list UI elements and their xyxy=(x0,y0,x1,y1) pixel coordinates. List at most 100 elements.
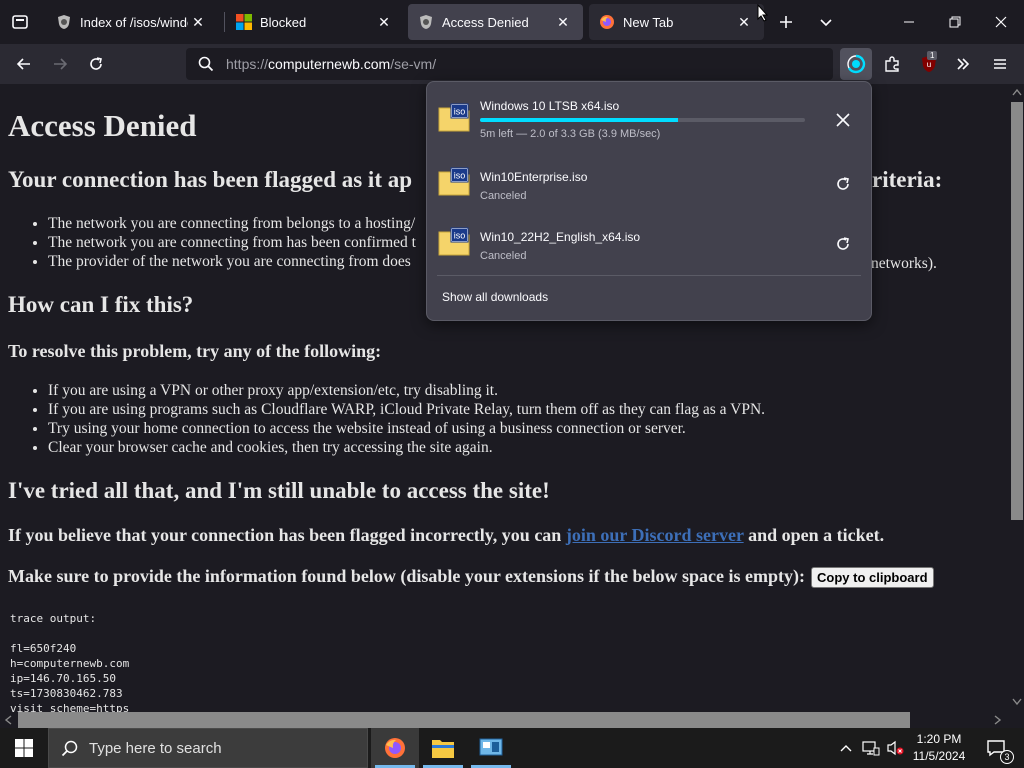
volume-muted-icon xyxy=(887,740,904,756)
close-icon xyxy=(836,113,850,127)
volume-tray-button[interactable] xyxy=(884,728,906,768)
show-all-downloads-button[interactable]: Show all downloads xyxy=(442,290,548,304)
close-icon xyxy=(995,16,1007,28)
list-item: If you are using programs such as Cloudf… xyxy=(48,400,765,419)
list-all-tabs-button[interactable] xyxy=(808,4,844,40)
believe-prefix: If you believe that your connection has … xyxy=(8,525,566,545)
overflow-menu-button[interactable] xyxy=(947,48,979,80)
list-item: The network you are connecting from has … xyxy=(48,233,416,252)
close-tab-icon[interactable]: ✕ xyxy=(553,12,573,32)
downloads-panel: iso Windows 10 LTSB x64.iso 5m left — 2.… xyxy=(426,81,872,321)
list-item: The network you are connecting from belo… xyxy=(48,214,416,233)
start-button[interactable] xyxy=(0,728,48,768)
believe-suffix: and open a ticket. xyxy=(743,525,885,545)
hamburger-icon xyxy=(994,59,1006,69)
url-protocol: https:// xyxy=(226,56,269,72)
tab-blocked[interactable]: Blocked ✕ xyxy=(226,4,404,40)
show-hidden-icons-button[interactable] xyxy=(836,728,856,768)
arrow-left-icon xyxy=(16,58,30,70)
app-menu-button[interactable] xyxy=(984,48,1016,80)
believe-text: If you believe that your connection has … xyxy=(8,525,884,546)
forward-button[interactable] xyxy=(44,48,76,80)
back-button[interactable] xyxy=(8,48,40,80)
retry-download-button[interactable] xyxy=(829,230,857,258)
taskbar-control-panel[interactable] xyxy=(467,728,515,768)
close-tab-icon[interactable]: ✕ xyxy=(188,12,208,32)
taskbar-clock[interactable]: 1:20 PM 11/5/2024 xyxy=(904,728,974,768)
puzzle-icon xyxy=(885,56,899,72)
shield-globe-icon xyxy=(56,14,72,30)
network-icon xyxy=(862,741,880,756)
retry-download-button[interactable] xyxy=(829,170,857,198)
close-tab-icon[interactable]: ✕ xyxy=(374,12,394,32)
minimize-button[interactable] xyxy=(886,0,932,44)
taskbar-file-explorer[interactable] xyxy=(419,728,467,768)
download-name: Win10_22H2_English_x64.iso xyxy=(480,230,641,244)
scroll-right-icon xyxy=(994,715,1002,725)
progress-fill xyxy=(480,118,679,122)
download-status: Canceled xyxy=(480,190,527,202)
reasons-list: The network you are connecting from belo… xyxy=(48,214,416,271)
nav-bar: https://computernewb.com/se-vm/ u 1 xyxy=(0,44,1024,84)
url-bar[interactable]: https://computernewb.com/se-vm/ xyxy=(186,48,833,80)
iso-file-icon: iso xyxy=(438,227,470,256)
tab-separator xyxy=(224,12,225,32)
list-item: Clear your browser cache and cookies, th… xyxy=(48,438,765,457)
reload-button[interactable] xyxy=(80,48,112,80)
notification-badge: 3 xyxy=(1000,750,1014,764)
minimize-icon xyxy=(904,21,914,23)
search-placeholder: Type here to search xyxy=(89,739,222,757)
flagged-heading-left: Your connection has been flagged as it a… xyxy=(8,167,413,192)
network-tray-button[interactable] xyxy=(860,728,882,768)
scrollbar-thumb[interactable] xyxy=(18,712,910,728)
provide-text: Make sure to provide the information fou… xyxy=(8,566,934,589)
arrow-right-icon xyxy=(54,58,68,70)
tab-new-tab[interactable]: New Tab ✕ xyxy=(589,4,764,40)
fixes-list: If you are using a VPN or other proxy ap… xyxy=(48,381,765,457)
firefox-icon xyxy=(385,738,405,758)
scrollbar-thumb[interactable] xyxy=(1011,102,1023,520)
download-item[interactable]: iso Windows 10 LTSB x64.iso 5m left — 2.… xyxy=(427,90,871,150)
download-name: Win10Enterprise.iso xyxy=(480,170,588,184)
provide-label: Make sure to provide the information fou… xyxy=(8,566,806,586)
reload-icon xyxy=(90,57,102,70)
close-window-button[interactable] xyxy=(978,0,1024,44)
action-center-button[interactable]: 3 xyxy=(978,728,1014,768)
mouse-cursor-icon xyxy=(757,4,769,22)
ublock-origin-button[interactable]: u 1 xyxy=(913,48,945,80)
url-host: computernewb.com xyxy=(268,56,391,72)
download-progress-icon xyxy=(847,54,866,74)
tab-access-denied[interactable]: Access Denied ✕ xyxy=(408,4,583,40)
taskbar-firefox[interactable] xyxy=(371,728,419,768)
download-item[interactable]: iso Win10_22H2_English_x64.iso Canceled xyxy=(427,214,871,274)
extensions-button[interactable] xyxy=(876,48,908,80)
download-status: Canceled xyxy=(480,250,527,262)
close-tab-icon[interactable]: ✕ xyxy=(734,12,754,32)
tab-title: Index of /isos/windows/ xyxy=(80,14,188,30)
shield-globe-icon xyxy=(418,14,434,30)
horizontal-scrollbar[interactable] xyxy=(0,712,1024,728)
trace-output[interactable]: trace output: fl=650f240 h=computernewb.… xyxy=(10,611,129,712)
chevron-down-icon xyxy=(820,19,832,27)
svg-text:iso: iso xyxy=(454,231,466,241)
download-item[interactable]: iso Win10Enterprise.iso Canceled xyxy=(427,154,871,214)
copy-to-clipboard-button[interactable]: Copy to clipboard xyxy=(811,567,934,589)
taskbar-search-box[interactable]: Type here to search xyxy=(48,728,368,768)
firefox-icon xyxy=(599,14,615,30)
search-icon xyxy=(186,56,226,72)
new-tab-button[interactable] xyxy=(768,4,804,40)
discord-link[interactable]: join our Discord server xyxy=(566,525,744,545)
firefox-view-button[interactable] xyxy=(0,0,40,44)
restore-button[interactable] xyxy=(932,0,978,44)
svg-text:iso: iso xyxy=(454,171,466,181)
tried-heading: I've tried all that, and I'm still unabl… xyxy=(8,478,550,503)
reason-tail: networks). xyxy=(871,255,937,272)
plus-icon xyxy=(780,16,792,28)
list-item: The provider of the network you are conn… xyxy=(48,252,416,271)
downloads-button[interactable] xyxy=(840,48,872,80)
vertical-scrollbar[interactable] xyxy=(1006,84,1024,712)
folder-icon xyxy=(432,740,454,758)
tab-index-of-isos[interactable]: Index of /isos/windows/ ✕ xyxy=(46,4,218,40)
cancel-download-button[interactable] xyxy=(829,106,857,134)
scroll-left-icon xyxy=(4,715,12,725)
